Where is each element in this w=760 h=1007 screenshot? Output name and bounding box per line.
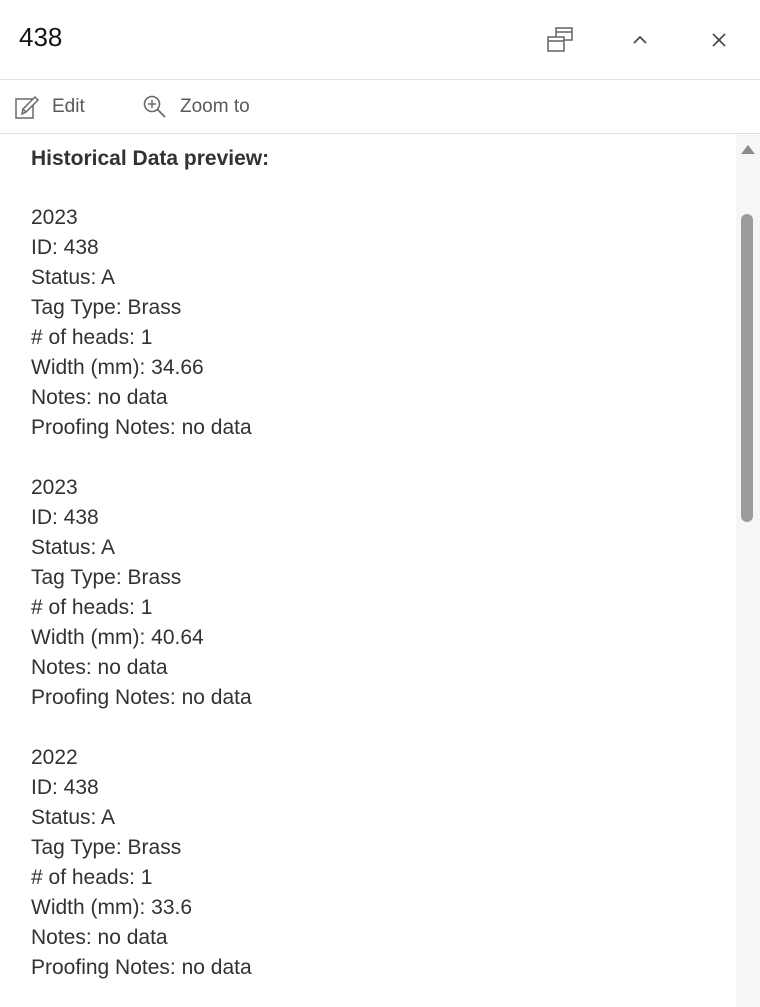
popup-title: 438: [19, 22, 63, 52]
record-tag-type: Tag Type: Brass: [31, 566, 182, 589]
record-notes: Notes: no data: [31, 386, 168, 409]
record-status: Status: A: [31, 536, 116, 559]
record-entry: 2023 ID: 438 Status: A Tag Type: Brass #…: [31, 203, 252, 443]
scrollbar-thumb[interactable]: [741, 214, 753, 522]
record-proofing-notes: Proofing Notes: no data: [31, 956, 252, 979]
record-width: Width (mm): 40.64: [31, 626, 204, 649]
close-icon: [712, 33, 726, 47]
collapse-button[interactable]: [620, 20, 660, 60]
popup-content: Historical Data preview: 2023 ID: 438 St…: [0, 135, 736, 1007]
zoom-to-label: Zoom to: [180, 96, 250, 117]
edit-button[interactable]: Edit: [14, 92, 85, 122]
dock-button[interactable]: [540, 20, 580, 60]
record-proofing-notes: Proofing Notes: no data: [31, 416, 252, 439]
close-button[interactable]: [699, 20, 739, 60]
zoom-in-icon: [143, 95, 166, 118]
record-id: ID: 438: [31, 776, 99, 799]
record-entry: 2022 ID: 438 Status: A Tag Type: Brass #…: [31, 743, 252, 983]
pencil-edit-icon: [15, 95, 40, 119]
record-proofing-notes: Proofing Notes: no data: [31, 686, 252, 709]
record-notes: Notes: no data: [31, 926, 168, 949]
zoom-to-button[interactable]: Zoom to: [142, 92, 250, 122]
section-heading: Historical Data preview:: [31, 147, 270, 170]
edit-label: Edit: [52, 96, 85, 117]
record-status: Status: A: [31, 266, 116, 289]
record-id: ID: 438: [31, 506, 99, 529]
popup-header: 438: [0, 0, 760, 80]
record-notes: Notes: no data: [31, 656, 168, 679]
record-entry: 2023 ID: 438 Status: A Tag Type: Brass #…: [31, 473, 252, 713]
record-year: 2023: [31, 206, 78, 229]
record-id: ID: 438: [31, 236, 99, 259]
record-year: 2023: [31, 476, 78, 499]
record-width: Width (mm): 33.6: [31, 896, 193, 919]
historical-records-list: 2023 ID: 438 Status: A Tag Type: Brass #…: [31, 203, 252, 1007]
chevron-up-icon: [633, 35, 647, 44]
record-width: Width (mm): 34.66: [31, 356, 204, 379]
record-tag-type: Tag Type: Brass: [31, 836, 182, 859]
record-tag-type: Tag Type: Brass: [31, 296, 182, 319]
record-status: Status: A: [31, 806, 116, 829]
vertical-scrollbar[interactable]: [736, 135, 760, 1007]
record-heads: # of heads: 1: [31, 326, 153, 349]
record-heads: # of heads: 1: [31, 866, 153, 889]
dock-icon: [547, 27, 573, 52]
popup-toolbar: Edit Zoom to: [0, 80, 760, 134]
record-heads: # of heads: 1: [31, 596, 153, 619]
scroll-up-arrow-icon[interactable]: [741, 145, 755, 154]
record-year: 2022: [31, 746, 78, 769]
